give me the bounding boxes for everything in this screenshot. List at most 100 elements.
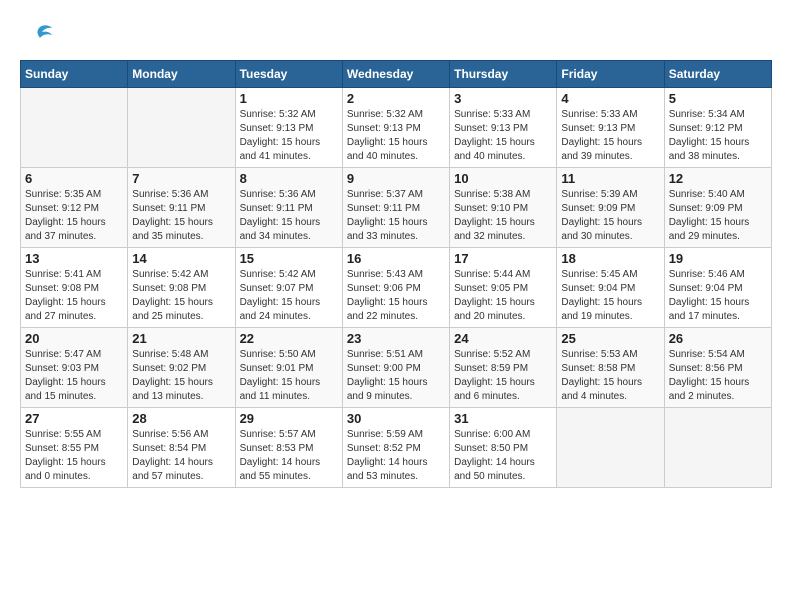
day-number: 4	[561, 91, 659, 106]
day-number: 19	[669, 251, 767, 266]
calendar-cell	[664, 408, 771, 488]
calendar-table: SundayMondayTuesdayWednesdayThursdayFrid…	[20, 60, 772, 488]
calendar-cell: 3 Sunrise: 5:33 AM Sunset: 9:13 PM Daylig…	[450, 88, 557, 168]
day-info: Sunrise: 5:42 AM Sunset: 9:08 PM Dayligh…	[132, 268, 230, 324]
calendar-cell: 31 Sunrise: 6:00 AM Sunset: 8:50 PM Dayli…	[450, 408, 557, 488]
day-info: Sunrise: 5:47 AM Sunset: 9:03 PM Dayligh…	[25, 348, 123, 404]
day-number: 10	[454, 171, 552, 186]
day-number: 9	[347, 171, 445, 186]
day-number: 8	[240, 171, 338, 186]
col-header-thursday: Thursday	[450, 61, 557, 88]
day-info: Sunrise: 5:54 AM Sunset: 8:56 PM Dayligh…	[669, 348, 767, 404]
day-number: 7	[132, 171, 230, 186]
col-header-saturday: Saturday	[664, 61, 771, 88]
day-info: Sunrise: 5:43 AM Sunset: 9:06 PM Dayligh…	[347, 268, 445, 324]
calendar-cell: 19 Sunrise: 5:46 AM Sunset: 9:04 PM Dayli…	[664, 248, 771, 328]
col-header-wednesday: Wednesday	[342, 61, 449, 88]
day-number: 29	[240, 411, 338, 426]
day-number: 16	[347, 251, 445, 266]
day-info: Sunrise: 5:50 AM Sunset: 9:01 PM Dayligh…	[240, 348, 338, 404]
day-info: Sunrise: 5:45 AM Sunset: 9:04 PM Dayligh…	[561, 268, 659, 324]
day-number: 21	[132, 331, 230, 346]
day-number: 23	[347, 331, 445, 346]
day-number: 2	[347, 91, 445, 106]
day-info: Sunrise: 5:53 AM Sunset: 8:58 PM Dayligh…	[561, 348, 659, 404]
calendar-cell: 1Sunrise: 5:32 AM Sunset: 9:13 PM Daylig…	[235, 88, 342, 168]
col-header-friday: Friday	[557, 61, 664, 88]
calendar-cell: 29 Sunrise: 5:57 AM Sunset: 8:53 PM Dayli…	[235, 408, 342, 488]
calendar-cell: 15 Sunrise: 5:42 AM Sunset: 9:07 PM Dayli…	[235, 248, 342, 328]
day-number: 12	[669, 171, 767, 186]
calendar-cell: 7 Sunrise: 5:36 AM Sunset: 9:11 PM Daylig…	[128, 168, 235, 248]
day-info: Sunrise: 5:44 AM Sunset: 9:05 PM Dayligh…	[454, 268, 552, 324]
day-info: Sunrise: 5:51 AM Sunset: 9:00 PM Dayligh…	[347, 348, 445, 404]
calendar-cell: 17 Sunrise: 5:44 AM Sunset: 9:05 PM Dayli…	[450, 248, 557, 328]
col-header-monday: Monday	[128, 61, 235, 88]
day-info: Sunrise: 5:33 AM Sunset: 9:13 PM Dayligh…	[454, 108, 552, 164]
day-number: 15	[240, 251, 338, 266]
day-number: 18	[561, 251, 659, 266]
day-number: 6	[25, 171, 123, 186]
day-info: Sunrise: 5:42 AM Sunset: 9:07 PM Dayligh…	[240, 268, 338, 324]
logo	[20, 20, 54, 50]
day-info: Sunrise: 5:41 AM Sunset: 9:08 PM Dayligh…	[25, 268, 123, 324]
day-number: 31	[454, 411, 552, 426]
day-info: Sunrise: 5:59 AM Sunset: 8:52 PM Dayligh…	[347, 428, 445, 484]
calendar-cell: 2 Sunrise: 5:32 AM Sunset: 9:13 PM Daylig…	[342, 88, 449, 168]
day-number: 3	[454, 91, 552, 106]
calendar-cell	[21, 88, 128, 168]
day-number: 30	[347, 411, 445, 426]
day-number: 20	[25, 331, 123, 346]
calendar-cell: 16 Sunrise: 5:43 AM Sunset: 9:06 PM Dayli…	[342, 248, 449, 328]
day-number: 26	[669, 331, 767, 346]
calendar-cell: 13 Sunrise: 5:41 AM Sunset: 9:08 PM Dayli…	[21, 248, 128, 328]
day-number: 28	[132, 411, 230, 426]
calendar-cell: 18 Sunrise: 5:45 AM Sunset: 9:04 PM Dayli…	[557, 248, 664, 328]
day-info: Sunrise: 5:37 AM Sunset: 9:11 PM Dayligh…	[347, 188, 445, 244]
calendar-cell: 21 Sunrise: 5:48 AM Sunset: 9:02 PM Dayli…	[128, 328, 235, 408]
calendar-cell: 28 Sunrise: 5:56 AM Sunset: 8:54 PM Dayli…	[128, 408, 235, 488]
day-info: Sunrise: 5:40 AM Sunset: 9:09 PM Dayligh…	[669, 188, 767, 244]
day-number: 27	[25, 411, 123, 426]
calendar-cell: 23 Sunrise: 5:51 AM Sunset: 9:00 PM Dayli…	[342, 328, 449, 408]
day-info: Sunrise: 5:38 AM Sunset: 9:10 PM Dayligh…	[454, 188, 552, 244]
calendar-cell: 27 Sunrise: 5:55 AM Sunset: 8:55 PM Dayli…	[21, 408, 128, 488]
calendar-cell: 30 Sunrise: 5:59 AM Sunset: 8:52 PM Dayli…	[342, 408, 449, 488]
calendar-cell	[557, 408, 664, 488]
calendar-cell: 10 Sunrise: 5:38 AM Sunset: 9:10 PM Dayli…	[450, 168, 557, 248]
day-info: Sunrise: 6:00 AM Sunset: 8:50 PM Dayligh…	[454, 428, 552, 484]
day-info: Sunrise: 5:39 AM Sunset: 9:09 PM Dayligh…	[561, 188, 659, 244]
col-header-tuesday: Tuesday	[235, 61, 342, 88]
calendar-cell: 6 Sunrise: 5:35 AM Sunset: 9:12 PM Daylig…	[21, 168, 128, 248]
day-info: Sunrise: 5:52 AM Sunset: 8:59 PM Dayligh…	[454, 348, 552, 404]
calendar-cell: 26 Sunrise: 5:54 AM Sunset: 8:56 PM Dayli…	[664, 328, 771, 408]
calendar-cell: 4 Sunrise: 5:33 AM Sunset: 9:13 PM Daylig…	[557, 88, 664, 168]
day-info: Sunrise: 5:57 AM Sunset: 8:53 PM Dayligh…	[240, 428, 338, 484]
day-info: Sunrise: 5:32 AM Sunset: 9:13 PM Dayligh…	[347, 108, 445, 164]
day-number: 17	[454, 251, 552, 266]
day-number: 5	[669, 91, 767, 106]
col-header-sunday: Sunday	[21, 61, 128, 88]
day-info: Sunrise: 5:34 AM Sunset: 9:12 PM Dayligh…	[669, 108, 767, 164]
day-info: Sunrise: 5:55 AM Sunset: 8:55 PM Dayligh…	[25, 428, 123, 484]
day-number: 24	[454, 331, 552, 346]
calendar-cell: 9 Sunrise: 5:37 AM Sunset: 9:11 PM Daylig…	[342, 168, 449, 248]
calendar-cell: 5 Sunrise: 5:34 AM Sunset: 9:12 PM Daylig…	[664, 88, 771, 168]
day-info: Sunrise: 5:36 AM Sunset: 9:11 PM Dayligh…	[240, 188, 338, 244]
calendar-cell: 22Sunrise: 5:50 AM Sunset: 9:01 PM Dayli…	[235, 328, 342, 408]
day-info: Sunrise: 5:48 AM Sunset: 9:02 PM Dayligh…	[132, 348, 230, 404]
day-number: 25	[561, 331, 659, 346]
day-info: Sunrise: 5:56 AM Sunset: 8:54 PM Dayligh…	[132, 428, 230, 484]
day-number: 14	[132, 251, 230, 266]
day-number: 11	[561, 171, 659, 186]
day-info: Sunrise: 5:35 AM Sunset: 9:12 PM Dayligh…	[25, 188, 123, 244]
page-header	[20, 20, 772, 50]
logo-bird-icon	[24, 20, 54, 50]
day-info: Sunrise: 5:33 AM Sunset: 9:13 PM Dayligh…	[561, 108, 659, 164]
day-info: Sunrise: 5:46 AM Sunset: 9:04 PM Dayligh…	[669, 268, 767, 324]
calendar-cell: 11 Sunrise: 5:39 AM Sunset: 9:09 PM Dayli…	[557, 168, 664, 248]
calendar-cell: 14 Sunrise: 5:42 AM Sunset: 9:08 PM Dayli…	[128, 248, 235, 328]
calendar-cell: 24 Sunrise: 5:52 AM Sunset: 8:59 PM Dayli…	[450, 328, 557, 408]
day-number: 13	[25, 251, 123, 266]
day-info: Sunrise: 5:36 AM Sunset: 9:11 PM Dayligh…	[132, 188, 230, 244]
